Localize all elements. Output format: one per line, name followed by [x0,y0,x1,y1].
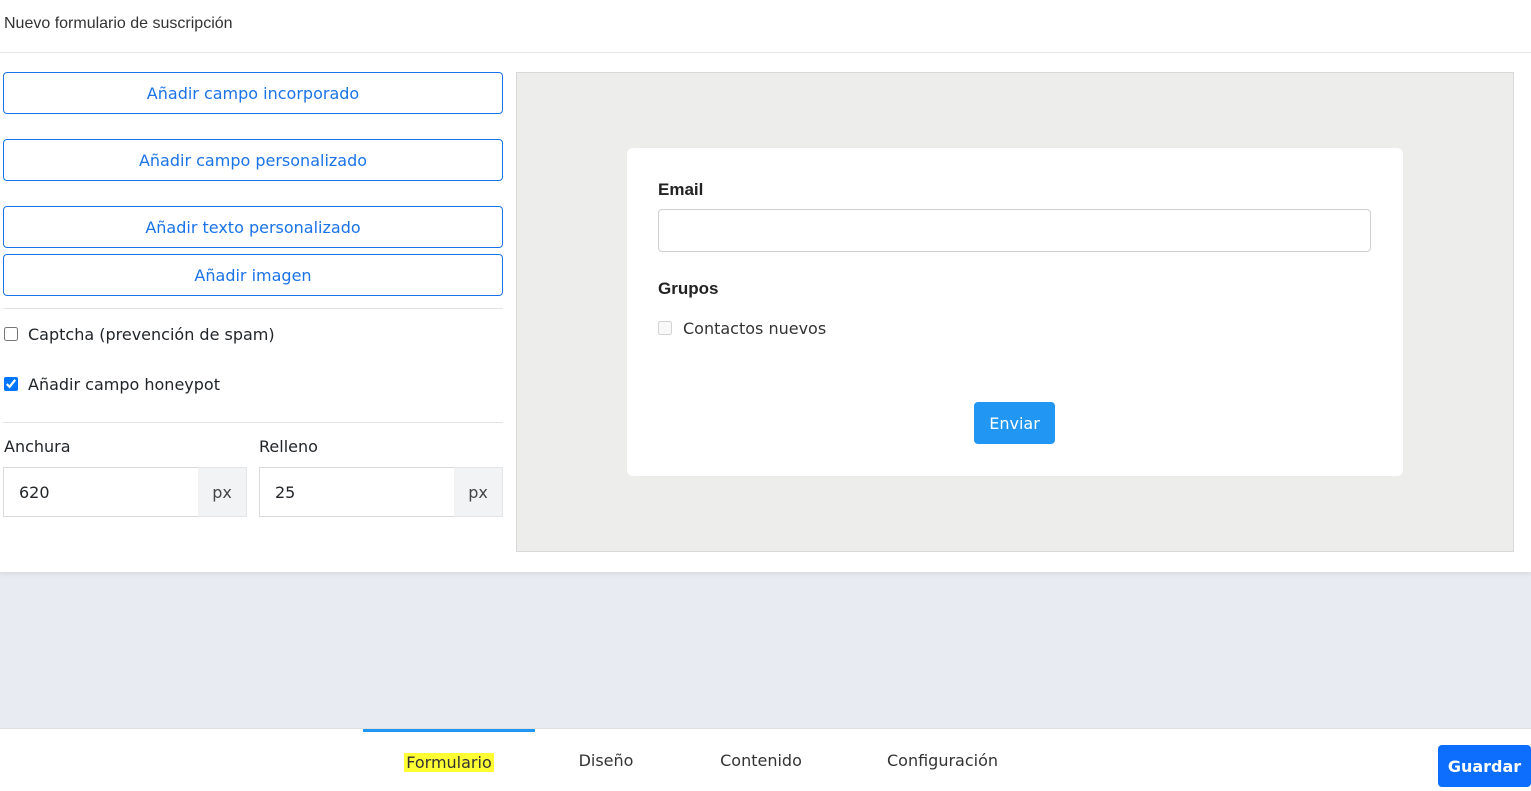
tab-label: Formulario [404,752,494,772]
honeypot-option[interactable]: Añadir campo honeypot [4,373,220,395]
add-image-button[interactable]: Añadir imagen [3,254,503,296]
divider [3,422,503,423]
header: Nuevo formulario de suscripción [0,0,1531,53]
submit-button[interactable]: Enviar [974,402,1055,444]
preview-form-card: Email Grupos Contactos nuevos Enviar [627,148,1403,476]
padding-input[interactable] [259,467,454,517]
tab-label: Diseño [578,751,634,770]
tab-diseno[interactable]: Diseño [535,729,677,791]
honeypot-label: Añadir campo honeypot [28,374,220,394]
width-input-group: px [3,467,247,517]
width-input[interactable] [3,467,198,517]
captcha-option[interactable]: Captcha (prevención de spam) [4,323,275,345]
bottom-bar: Formulario Diseño Contenido Configuració… [0,728,1531,791]
tab-configuracion[interactable]: Configuración [845,729,1040,791]
padding-unit: px [454,467,503,517]
tab-formulario[interactable]: Formulario [363,729,535,791]
tab-label: Contenido [720,751,802,770]
tab-label: Configuración [886,751,999,770]
page: Nuevo formulario de suscripción Añadir c… [0,0,1531,791]
captcha-checkbox[interactable] [4,327,18,341]
captcha-label: Captcha (prevención de spam) [28,324,275,344]
width-label: Anchura [4,437,71,456]
add-builtin-field-button[interactable]: Añadir campo incorporado [3,72,503,114]
tab-contenido[interactable]: Contenido [677,729,845,791]
width-unit: px [198,467,247,517]
group-label: Contactos nuevos [683,318,827,338]
divider [3,308,503,309]
padding-label: Relleno [259,437,318,456]
form-builder-panel: Nuevo formulario de suscripción Añadir c… [0,0,1531,572]
group-checkbox[interactable] [658,321,672,335]
honeypot-checkbox[interactable] [4,377,18,391]
group-option[interactable]: Contactos nuevos [658,317,826,339]
email-label: Email [658,180,704,199]
padding-input-group: px [259,467,503,517]
add-custom-field-button[interactable]: Añadir campo personalizado [3,139,503,181]
page-title: Nuevo formulario de suscripción [4,15,233,32]
form-preview: Email Grupos Contactos nuevos Enviar [516,72,1514,552]
email-field[interactable] [658,209,1371,252]
add-custom-text-button[interactable]: Añadir texto personalizado [3,206,503,248]
save-button[interactable]: Guardar [1438,745,1531,787]
groups-label: Grupos [658,279,719,298]
